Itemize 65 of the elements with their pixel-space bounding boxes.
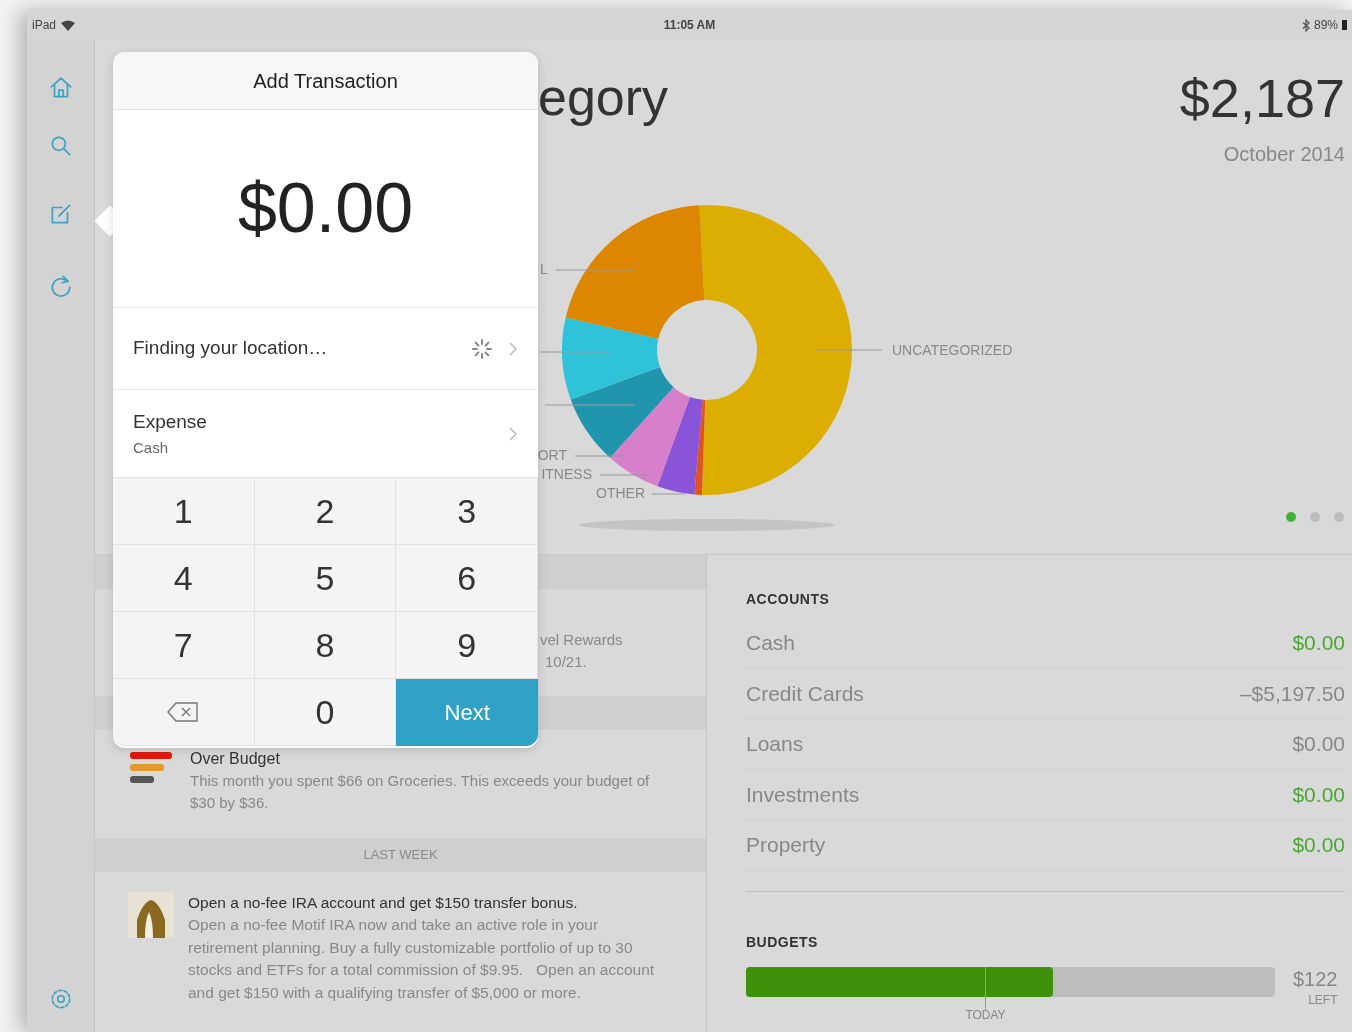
- category-row[interactable]: Expense Cash: [113, 390, 538, 477]
- offer-logo: [128, 892, 174, 938]
- leader-line: [814, 349, 883, 351]
- battery-percent: 89%: [1313, 17, 1338, 34]
- offer-title: Open a no-fee IRA account and get $150 transfer bonus.: [188, 893, 579, 913]
- bluetooth-icon: [1301, 18, 1310, 32]
- keypad-key[interactable]: 9: [396, 612, 538, 679]
- chart-label: UNCATEGORIZED: [892, 341, 1013, 358]
- chart-label: OTHER: [596, 484, 645, 501]
- transaction-type: Expense: [133, 410, 207, 434]
- popover-title: Add Transaction: [253, 68, 398, 94]
- offer-text: Open a no-fee Motif IRA now and take an active role in your retirement planning. Buy a fully customizable portfolio of up to 30 stocks and ETFs for a total commission of $9.95. Open an account and get $150 with a qualifying transfer of $5,000 or more.: [188, 915, 656, 1003]
- battery-icon: [1342, 20, 1347, 30]
- clock: 11:05 AM: [663, 17, 716, 34]
- delete-key[interactable]: [113, 679, 255, 746]
- location-row[interactable]: Finding your location…: [113, 308, 538, 390]
- period-label: October 2014: [1223, 142, 1345, 167]
- keypad-key[interactable]: 2: [254, 478, 397, 545]
- account-name: Credit Cards: [746, 680, 864, 707]
- keypad-key[interactable]: 3: [396, 478, 538, 545]
- account-balance: $0.00: [1292, 630, 1345, 656]
- account-name: Investments: [746, 781, 860, 808]
- leader-line: [651, 493, 686, 495]
- account-balance: $0.00: [1292, 781, 1345, 808]
- section-header: LAST WEEK: [95, 838, 706, 872]
- device-name: iPad: [32, 17, 57, 34]
- chart-label: ORT: [537, 446, 567, 463]
- page-title: egory: [538, 68, 669, 126]
- leader-line: [574, 455, 626, 457]
- leader-line: [539, 351, 611, 353]
- keypad-key[interactable]: 0: [254, 679, 397, 746]
- notification-text: vel Rewards: [540, 630, 624, 650]
- keypad-key[interactable]: 4: [113, 545, 255, 612]
- budget-remaining: $122: [1293, 966, 1338, 991]
- today-marker: TODAY: [965, 1008, 1006, 1021]
- chart-label: ITNESS: [541, 465, 592, 482]
- account-balance: $0.00: [1292, 731, 1345, 757]
- account-balance: –$5,197.50: [1239, 680, 1345, 707]
- budgets-heading: BUDGETS: [746, 932, 819, 952]
- amount-display: $0.00: [237, 168, 414, 249]
- budget-bars-icon: [130, 752, 172, 786]
- chevron-right-icon: [508, 340, 518, 357]
- total-amount: $2,187: [1179, 67, 1345, 129]
- budget-left-label: LEFT: [1308, 991, 1338, 1009]
- chevron-right-icon: [508, 425, 518, 442]
- spinner-icon: [470, 336, 494, 361]
- account-name: Cash: [746, 630, 796, 656]
- account-name: Property: [746, 832, 826, 858]
- notification-text: 10/21.: [544, 652, 588, 672]
- keypad-key[interactable]: 1: [113, 478, 255, 545]
- leader-line: [599, 474, 651, 476]
- alert-title: Over Budget: [190, 749, 281, 769]
- account-balance: $0.00: [1292, 832, 1345, 858]
- alert-text: This month you spent $66 on Groceries. This exceeds your budget of $30 by $36.: [190, 771, 651, 813]
- keypad-key[interactable]: 5: [254, 545, 397, 612]
- account-label: Cash: [133, 437, 170, 458]
- backspace-icon: [166, 701, 201, 723]
- accounts-heading: ACCOUNTS: [746, 590, 831, 609]
- keypad-key[interactable]: 7: [113, 612, 255, 679]
- chart-label: L: [540, 260, 548, 277]
- wifi-icon: [61, 19, 76, 31]
- keypad-key[interactable]: 8: [254, 612, 397, 679]
- account-name: Loans: [746, 731, 804, 757]
- keypad-key[interactable]: 6: [396, 545, 538, 612]
- location-status: Finding your location…: [133, 336, 328, 361]
